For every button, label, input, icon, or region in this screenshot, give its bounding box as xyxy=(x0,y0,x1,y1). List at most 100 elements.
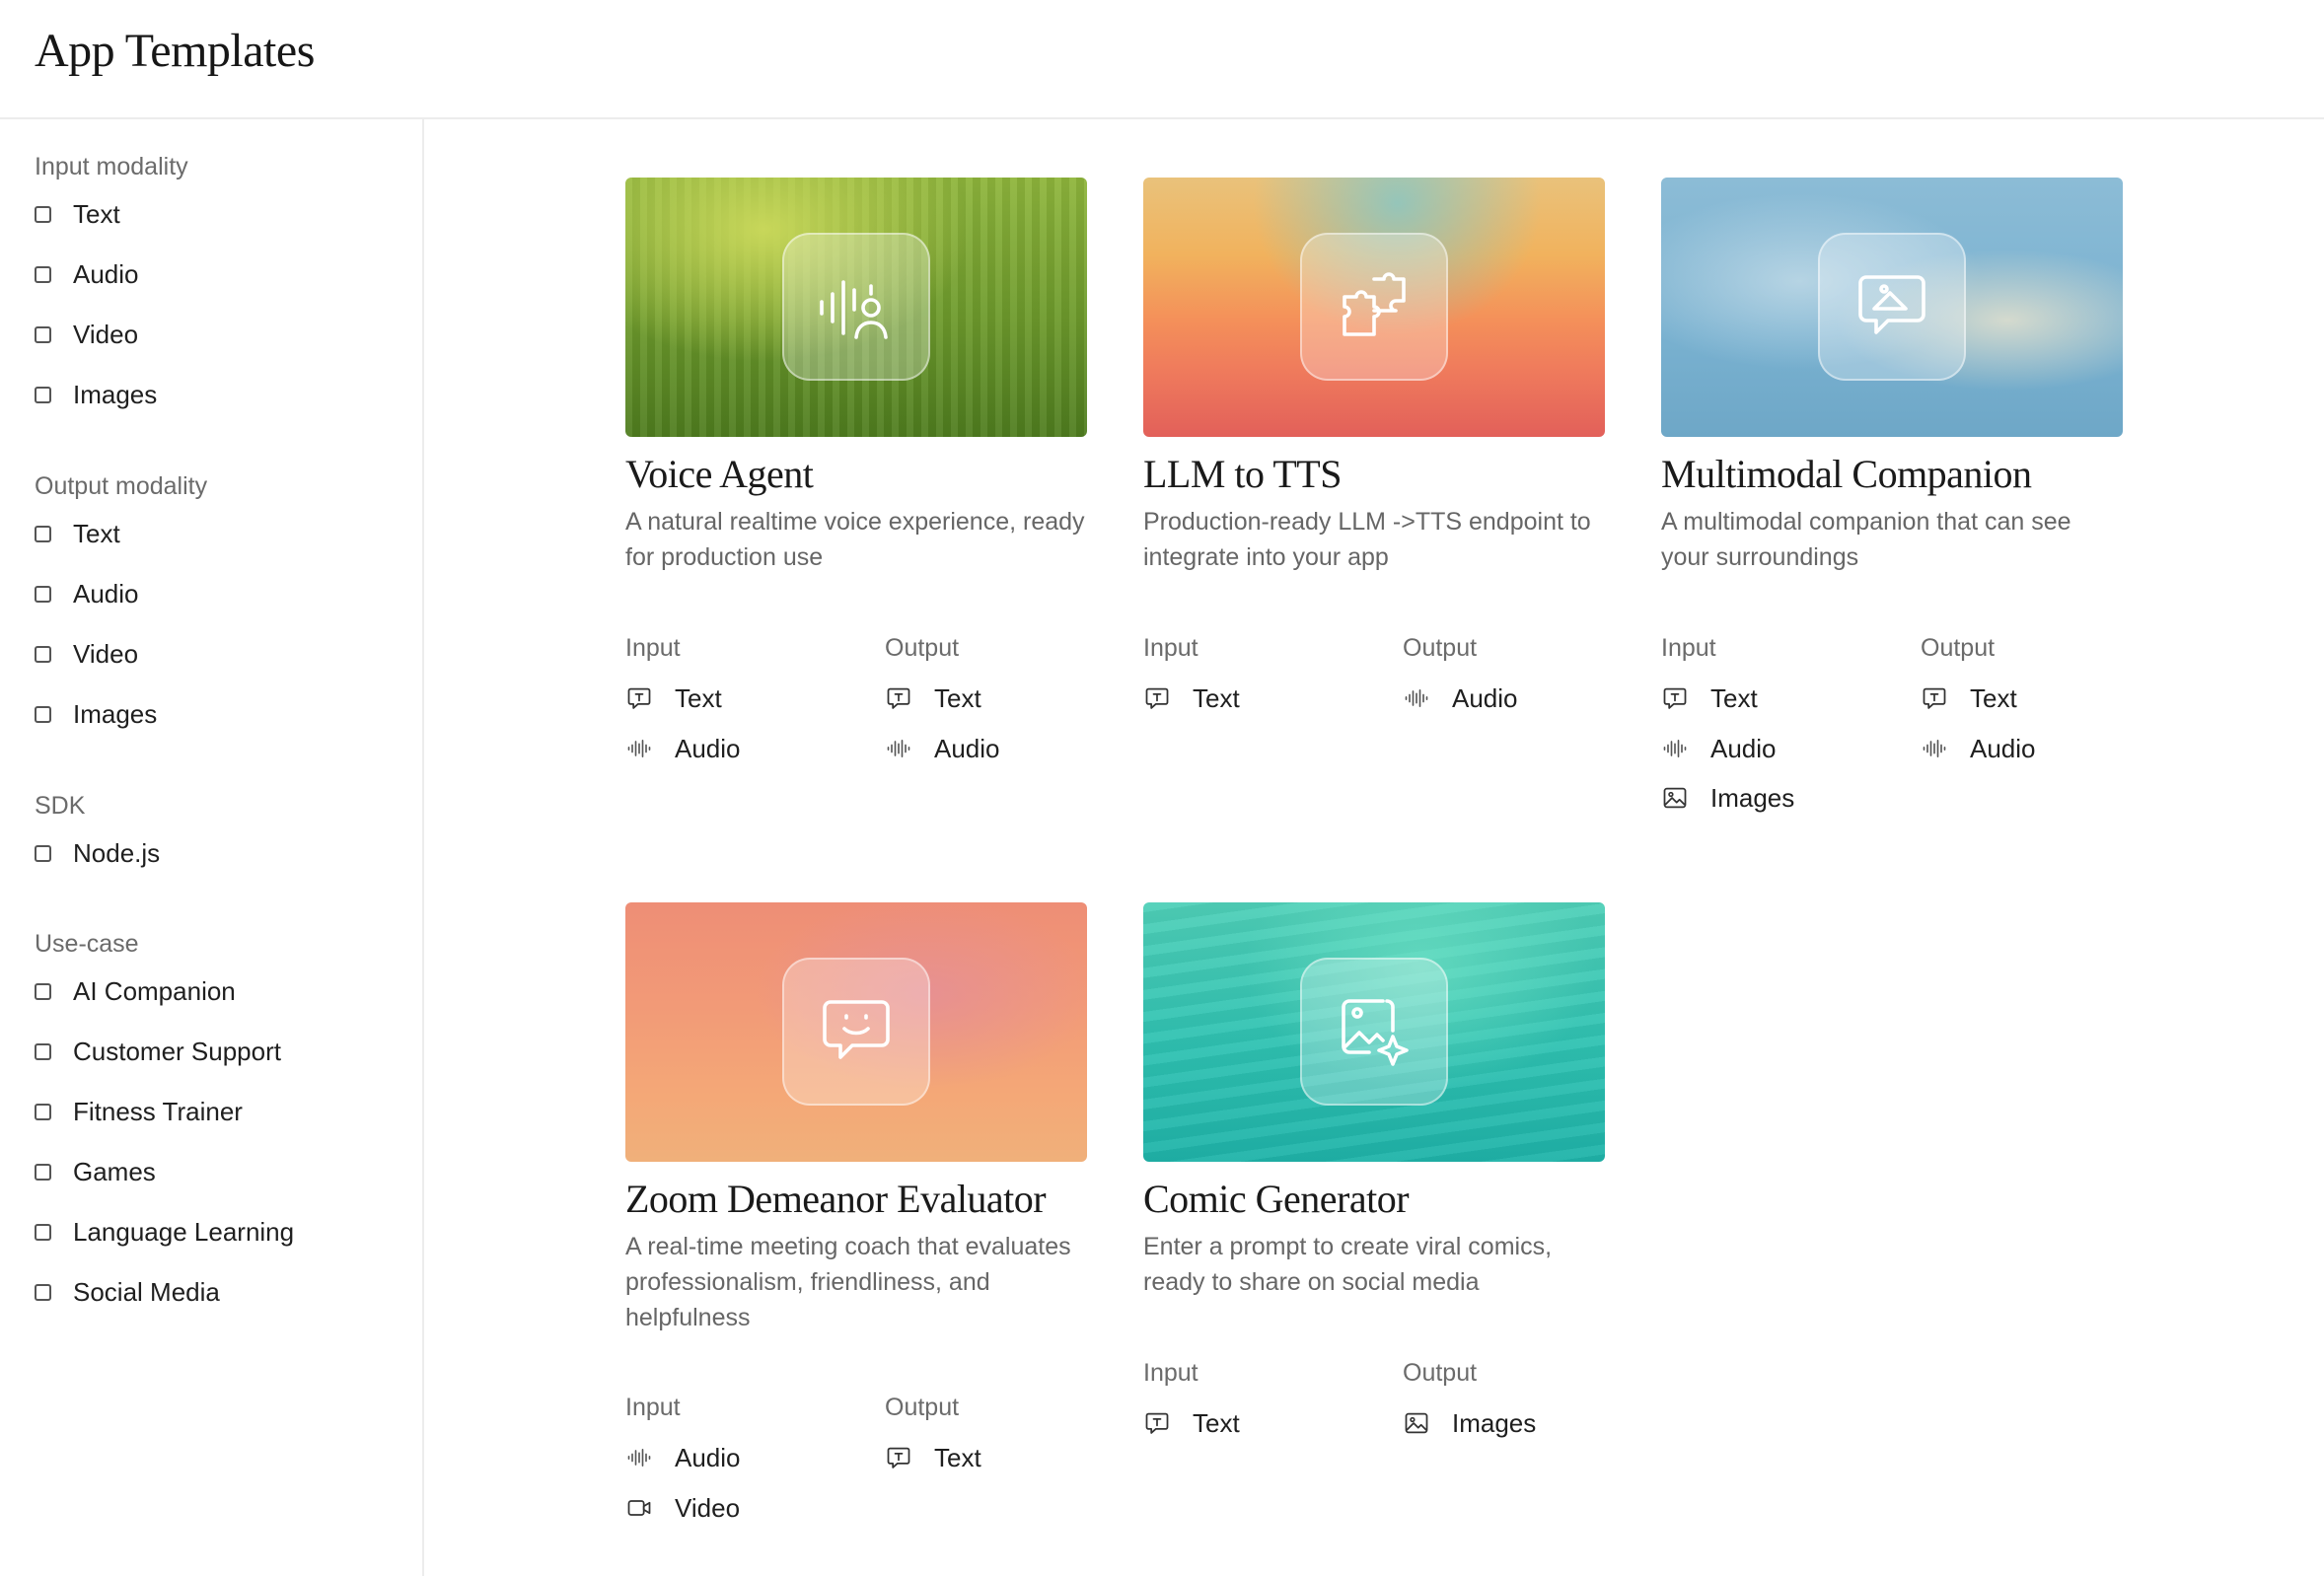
filter-label: Video xyxy=(73,319,139,349)
filter-label: Audio xyxy=(73,578,139,609)
checkbox[interactable] xyxy=(35,844,51,862)
filter-input-images[interactable]: Images xyxy=(35,375,157,414)
image-icon xyxy=(1661,784,1689,812)
filter-output-images[interactable]: Images xyxy=(35,694,157,734)
video-icon xyxy=(625,1494,653,1522)
thumbnail[interactable] xyxy=(625,178,1087,437)
filter-label: Text xyxy=(73,198,120,229)
card-title[interactable]: Comic Generator xyxy=(1143,1176,1410,1222)
filter-label: Social Media xyxy=(73,1276,220,1307)
card-title[interactable]: Voice Agent xyxy=(625,451,814,497)
filter-input-audio[interactable]: Audio xyxy=(35,254,139,294)
card-title[interactable]: Zoom Demeanor Evaluator xyxy=(625,1176,1047,1222)
filter-label: Games xyxy=(73,1156,156,1186)
checkbox[interactable] xyxy=(35,982,51,1000)
filter-output-text[interactable]: Text xyxy=(35,514,120,553)
modality-label: Audio xyxy=(934,733,1000,763)
modality-label: Text xyxy=(1193,1407,1240,1438)
output-modality-images: Images xyxy=(1403,1406,1536,1440)
checkbox[interactable] xyxy=(35,205,51,223)
smile-chat-icon xyxy=(782,958,930,1106)
thumbnail[interactable] xyxy=(1143,902,1605,1162)
checkbox[interactable] xyxy=(35,525,51,542)
filter-usecase-games[interactable]: Games xyxy=(35,1152,156,1191)
image-chat-icon xyxy=(1818,233,1966,381)
input-modality-images: Images xyxy=(1661,781,1794,815)
input-modality-video: Video xyxy=(625,1491,740,1525)
filter-input-video[interactable]: Video xyxy=(35,315,138,354)
text-icon xyxy=(885,684,912,712)
modality-label: Text xyxy=(675,682,722,713)
template-card-multimodal-companion[interactable]: Multimodal Companion A multimodal compan… xyxy=(1661,178,2123,813)
output-heading: Output xyxy=(1403,634,1478,662)
output-heading: Output xyxy=(1403,1359,1478,1387)
audio-icon xyxy=(1921,735,1948,762)
modality-label: Text xyxy=(934,1442,981,1472)
checkbox[interactable] xyxy=(35,1283,51,1301)
output-modality-text: Text xyxy=(885,1441,981,1474)
card-title[interactable]: Multimodal Companion xyxy=(1661,451,2032,497)
filter-label: AI Companion xyxy=(73,975,236,1006)
output-modality-audio: Audio xyxy=(1921,732,2036,765)
checkbox[interactable] xyxy=(35,705,51,723)
filter-label: Audio xyxy=(73,258,139,289)
filter-input-text[interactable]: Text xyxy=(35,194,120,234)
modality-label: Images xyxy=(1710,782,1795,813)
checkbox[interactable] xyxy=(35,1163,51,1181)
template-card-voice-agent[interactable]: Voice Agent A natural realtime voice exp… xyxy=(625,178,1087,763)
modality-label: Audio xyxy=(675,733,741,763)
filter-output-video[interactable]: Video xyxy=(35,634,138,674)
input-heading: Input xyxy=(1143,634,1198,662)
checkbox[interactable] xyxy=(35,1223,51,1241)
checkbox[interactable] xyxy=(35,1103,51,1120)
modality-label: Text xyxy=(1970,682,2017,713)
filter-usecase-language-learning[interactable]: Language Learning xyxy=(35,1212,294,1252)
card-title[interactable]: LLM to TTS xyxy=(1143,451,1342,497)
modality-label: Images xyxy=(1452,1407,1537,1438)
modality-label: Audio xyxy=(1452,682,1518,713)
filter-usecase-ai-companion[interactable]: AI Companion xyxy=(35,971,236,1011)
filter-output-audio[interactable]: Audio xyxy=(35,574,139,613)
text-icon xyxy=(1143,1409,1171,1437)
filter-label: Language Learning xyxy=(73,1216,295,1247)
filter-sdk-nodejs[interactable]: Node.js xyxy=(35,833,160,873)
modality-label: Video xyxy=(675,1492,741,1523)
thumbnail[interactable] xyxy=(1143,178,1605,437)
input-modality-audio: Audio xyxy=(625,732,741,765)
template-card-comic-generator[interactable]: Comic Generator Enter a prompt to create… xyxy=(1143,902,1605,1438)
input-modality-text: Text xyxy=(1143,1406,1240,1440)
modality-label: Text xyxy=(1710,682,1758,713)
checkbox[interactable] xyxy=(35,585,51,603)
thumbnail[interactable] xyxy=(1661,178,2123,437)
filter-usecase-customer-support[interactable]: Customer Support xyxy=(35,1032,281,1071)
checkbox[interactable] xyxy=(35,325,51,343)
input-modality-audio: Audio xyxy=(625,1441,741,1474)
filter-usecase-fitness-trainer[interactable]: Fitness Trainer xyxy=(35,1092,243,1131)
template-card-llm-to-tts[interactable]: LLM to TTS Production-ready LLM ->TTS en… xyxy=(1143,178,1605,713)
text-icon xyxy=(625,684,653,712)
audio-icon xyxy=(1403,684,1430,712)
output-heading: Output xyxy=(1921,634,1996,662)
audio-icon xyxy=(885,735,912,762)
checkbox[interactable] xyxy=(35,265,51,283)
filter-sidebar: Input modality Text Audio Video Images O… xyxy=(0,119,424,1576)
checkbox[interactable] xyxy=(35,645,51,663)
output-modality-text: Text xyxy=(1921,681,2017,715)
filter-label: Images xyxy=(73,698,158,729)
voice-user-icon xyxy=(782,233,930,381)
template-card-zoom-demeanor-evaluator[interactable]: Zoom Demeanor Evaluator A real-time meet… xyxy=(625,902,1087,1523)
audio-icon xyxy=(1661,735,1689,762)
filter-usecase-social-media[interactable]: Social Media xyxy=(35,1272,220,1312)
card-description: A natural realtime voice experience, rea… xyxy=(625,508,1085,571)
puzzle-icon xyxy=(1300,233,1448,381)
filter-heading-use-case: Use-case xyxy=(35,930,139,958)
modality-label: Audio xyxy=(1970,733,2036,763)
filter-heading-input-modality: Input modality xyxy=(35,153,188,180)
thumbnail[interactable] xyxy=(625,902,1087,1162)
card-description: Enter a prompt to create viral comics, r… xyxy=(1143,1233,1553,1296)
checkbox[interactable] xyxy=(35,1042,51,1060)
image-sparkle-icon xyxy=(1300,958,1448,1106)
card-description: A multimodal companion that can see your… xyxy=(1661,508,2071,571)
checkbox[interactable] xyxy=(35,386,51,403)
output-modality-audio: Audio xyxy=(1403,681,1518,715)
